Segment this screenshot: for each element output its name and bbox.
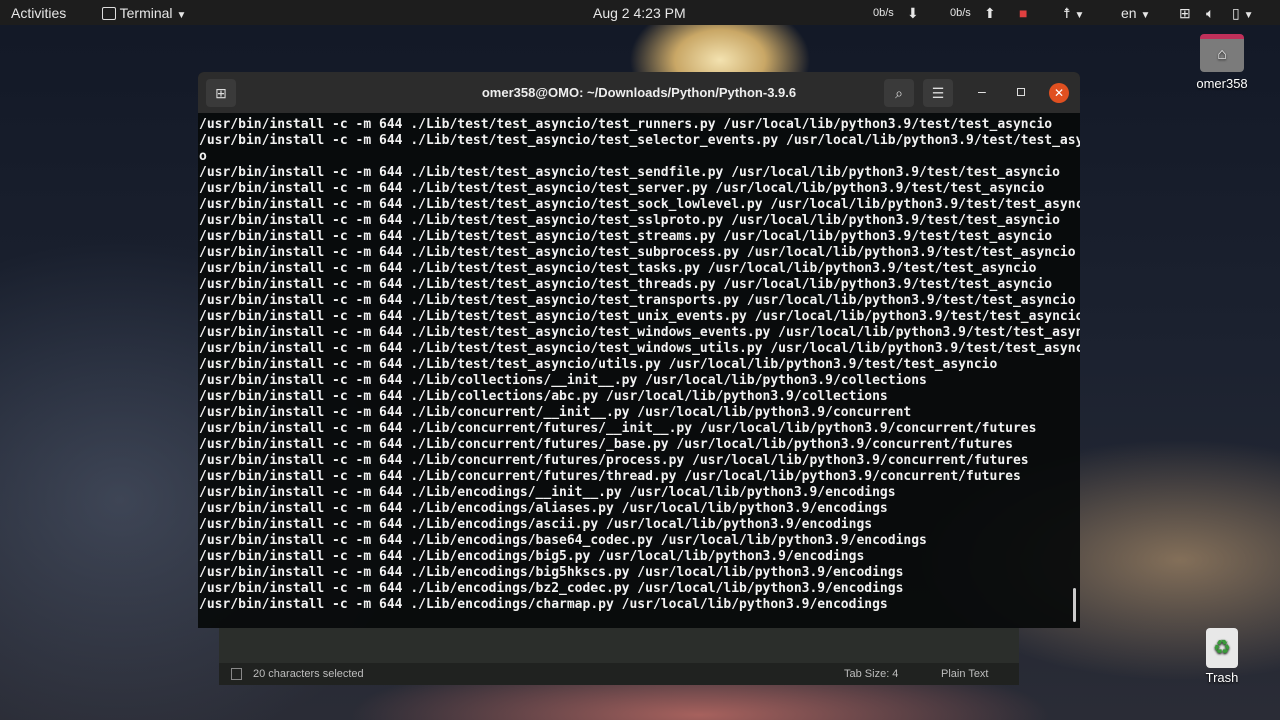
trash-icon: ♻: [1206, 628, 1238, 668]
accessibility-icon[interactable]: ☨ ▼: [1063, 5, 1084, 22]
net-up-speed: 0b/s: [950, 7, 971, 19]
terminal-headerbar: ⊞ omer358@OMO: ~/Downloads/Python/Python…: [198, 72, 1080, 113]
language-menu[interactable]: en ▼: [1121, 5, 1150, 21]
desktop-trash[interactable]: ♻ Trash: [1190, 628, 1254, 685]
app-menu-label: Terminal: [119, 5, 173, 21]
terminal-line: /usr/bin/install -c -m 644 ./Lib/collect…: [199, 373, 927, 388]
chevron-down-icon: ▼: [176, 10, 187, 21]
sidebar-toggle-icon[interactable]: [231, 668, 242, 680]
hamburger-icon: ☰: [931, 85, 945, 101]
terminal-line: /usr/bin/install -c -m 644 ./Lib/test/te…: [199, 117, 1053, 132]
language-label: en: [1121, 5, 1137, 21]
home-folder-icon: ⌂: [1200, 34, 1244, 72]
screen-record-icon[interactable]: ■: [1019, 5, 1027, 21]
terminal-line: /usr/bin/install -c -m 644 ./Lib/concurr…: [199, 469, 1021, 484]
terminal-line: /usr/bin/install -c -m 644 ./Lib/concurr…: [199, 437, 1013, 452]
maximize-button[interactable]: [1017, 88, 1025, 96]
terminal-scrollbar[interactable]: [1073, 588, 1076, 622]
activities-button[interactable]: Activities: [11, 5, 66, 21]
terminal-line: /usr/bin/install -c -m 644 ./Lib/test/te…: [199, 213, 1060, 228]
terminal-icon: [102, 7, 116, 20]
arrow-down-icon: ⬇: [907, 5, 919, 21]
terminal-line: /usr/bin/install -c -m 644 ./Lib/concurr…: [199, 405, 912, 420]
close-button[interactable]: ✕: [1049, 83, 1069, 103]
clock[interactable]: Aug 2 4:23 PM: [593, 5, 686, 21]
background-editor-statusbar: 20 characters selected Tab Size: 4 Plain…: [219, 663, 1019, 685]
search-button[interactable]: ⌕: [884, 79, 914, 107]
terminal-output[interactable]: /usr/bin/install -c -m 644 ./Lib/test/te…: [199, 117, 1080, 613]
terminal-line: /usr/bin/install -c -m 644 ./Lib/test/te…: [199, 261, 1037, 276]
terminal-line: o: [199, 149, 207, 164]
terminal-line: /usr/bin/install -c -m 644 ./Lib/test/te…: [199, 325, 1080, 340]
terminal-line: /usr/bin/install -c -m 644 ./Lib/encodin…: [199, 597, 888, 612]
trash-label: Trash: [1205, 670, 1239, 685]
chevron-down-icon: ▼: [1140, 10, 1151, 21]
power-menu[interactable]: ▯ ▼: [1232, 5, 1254, 22]
chevron-down-icon: ▼: [1243, 10, 1254, 21]
battery-icon: ▯: [1232, 5, 1240, 21]
desktop-home-folder[interactable]: ⌂ omer358: [1190, 34, 1254, 91]
volume-icon[interactable]: 🔈︎: [1206, 5, 1214, 22]
terminal-line: /usr/bin/install -c -m 644 ./Lib/concurr…: [199, 421, 1037, 436]
terminal-app-menu[interactable]: Terminal ▼: [102, 5, 186, 21]
terminal-line: /usr/bin/install -c -m 644 ./Lib/encodin…: [199, 565, 904, 580]
home-folder-label: omer358: [1196, 76, 1248, 91]
terminal-window: ⊞ omer358@OMO: ~/Downloads/Python/Python…: [198, 72, 1080, 628]
terminal-line: /usr/bin/install -c -m 644 ./Lib/test/te…: [199, 181, 1045, 196]
search-icon: ⌕: [895, 85, 903, 101]
arrow-up-icon: ⬆: [984, 5, 996, 21]
terminal-line: /usr/bin/install -c -m 644 ./Lib/encodin…: [199, 533, 927, 548]
background-editor-window: [219, 628, 1019, 663]
terminal-line: /usr/bin/install -c -m 644 ./Lib/test/te…: [199, 229, 1053, 244]
terminal-line: /usr/bin/install -c -m 644 ./Lib/collect…: [199, 389, 888, 404]
terminal-line: /usr/bin/install -c -m 644 ./Lib/encodin…: [199, 517, 873, 532]
terminal-line: /usr/bin/install -c -m 644 ./Lib/test/te…: [199, 133, 1080, 148]
terminal-line: /usr/bin/install -c -m 644 ./Lib/encodin…: [199, 581, 904, 596]
terminal-line: /usr/bin/install -c -m 644 ./Lib/test/te…: [199, 293, 1076, 308]
terminal-line: /usr/bin/install -c -m 644 ./Lib/test/te…: [199, 277, 1053, 292]
terminal-line: /usr/bin/install -c -m 644 ./Lib/test/te…: [199, 165, 1060, 180]
top-bar: Activities Terminal ▼ Aug 2 4:23 PM 0b/s…: [0, 0, 1280, 25]
terminal-line: /usr/bin/install -c -m 644 ./Lib/test/te…: [199, 357, 998, 372]
terminal-line: /usr/bin/install -c -m 644 ./Lib/test/te…: [199, 245, 1076, 260]
terminal-line: /usr/bin/install -c -m 644 ./Lib/encodin…: [199, 485, 896, 500]
terminal-line: /usr/bin/install -c -m 644 ./Lib/encodin…: [199, 549, 865, 564]
terminal-line: /usr/bin/install -c -m 644 ./Lib/test/te…: [199, 309, 1080, 324]
terminal-line: /usr/bin/install -c -m 644 ./Lib/concurr…: [199, 453, 1029, 468]
minimize-button[interactable]: –: [978, 83, 986, 99]
menu-button[interactable]: ☰: [923, 79, 953, 107]
tab-size-selector[interactable]: Tab Size: 4: [844, 668, 898, 680]
net-down-speed: 0b/s: [873, 7, 894, 19]
terminal-line: /usr/bin/install -c -m 644 ./Lib/encodin…: [199, 501, 888, 516]
selection-status: 20 characters selected: [253, 668, 364, 680]
terminal-line: /usr/bin/install -c -m 644 ./Lib/test/te…: [199, 197, 1080, 212]
terminal-line: /usr/bin/install -c -m 644 ./Lib/test/te…: [199, 341, 1080, 356]
network-icon[interactable]: ⊞: [1179, 5, 1191, 22]
language-selector[interactable]: Plain Text: [941, 668, 989, 680]
